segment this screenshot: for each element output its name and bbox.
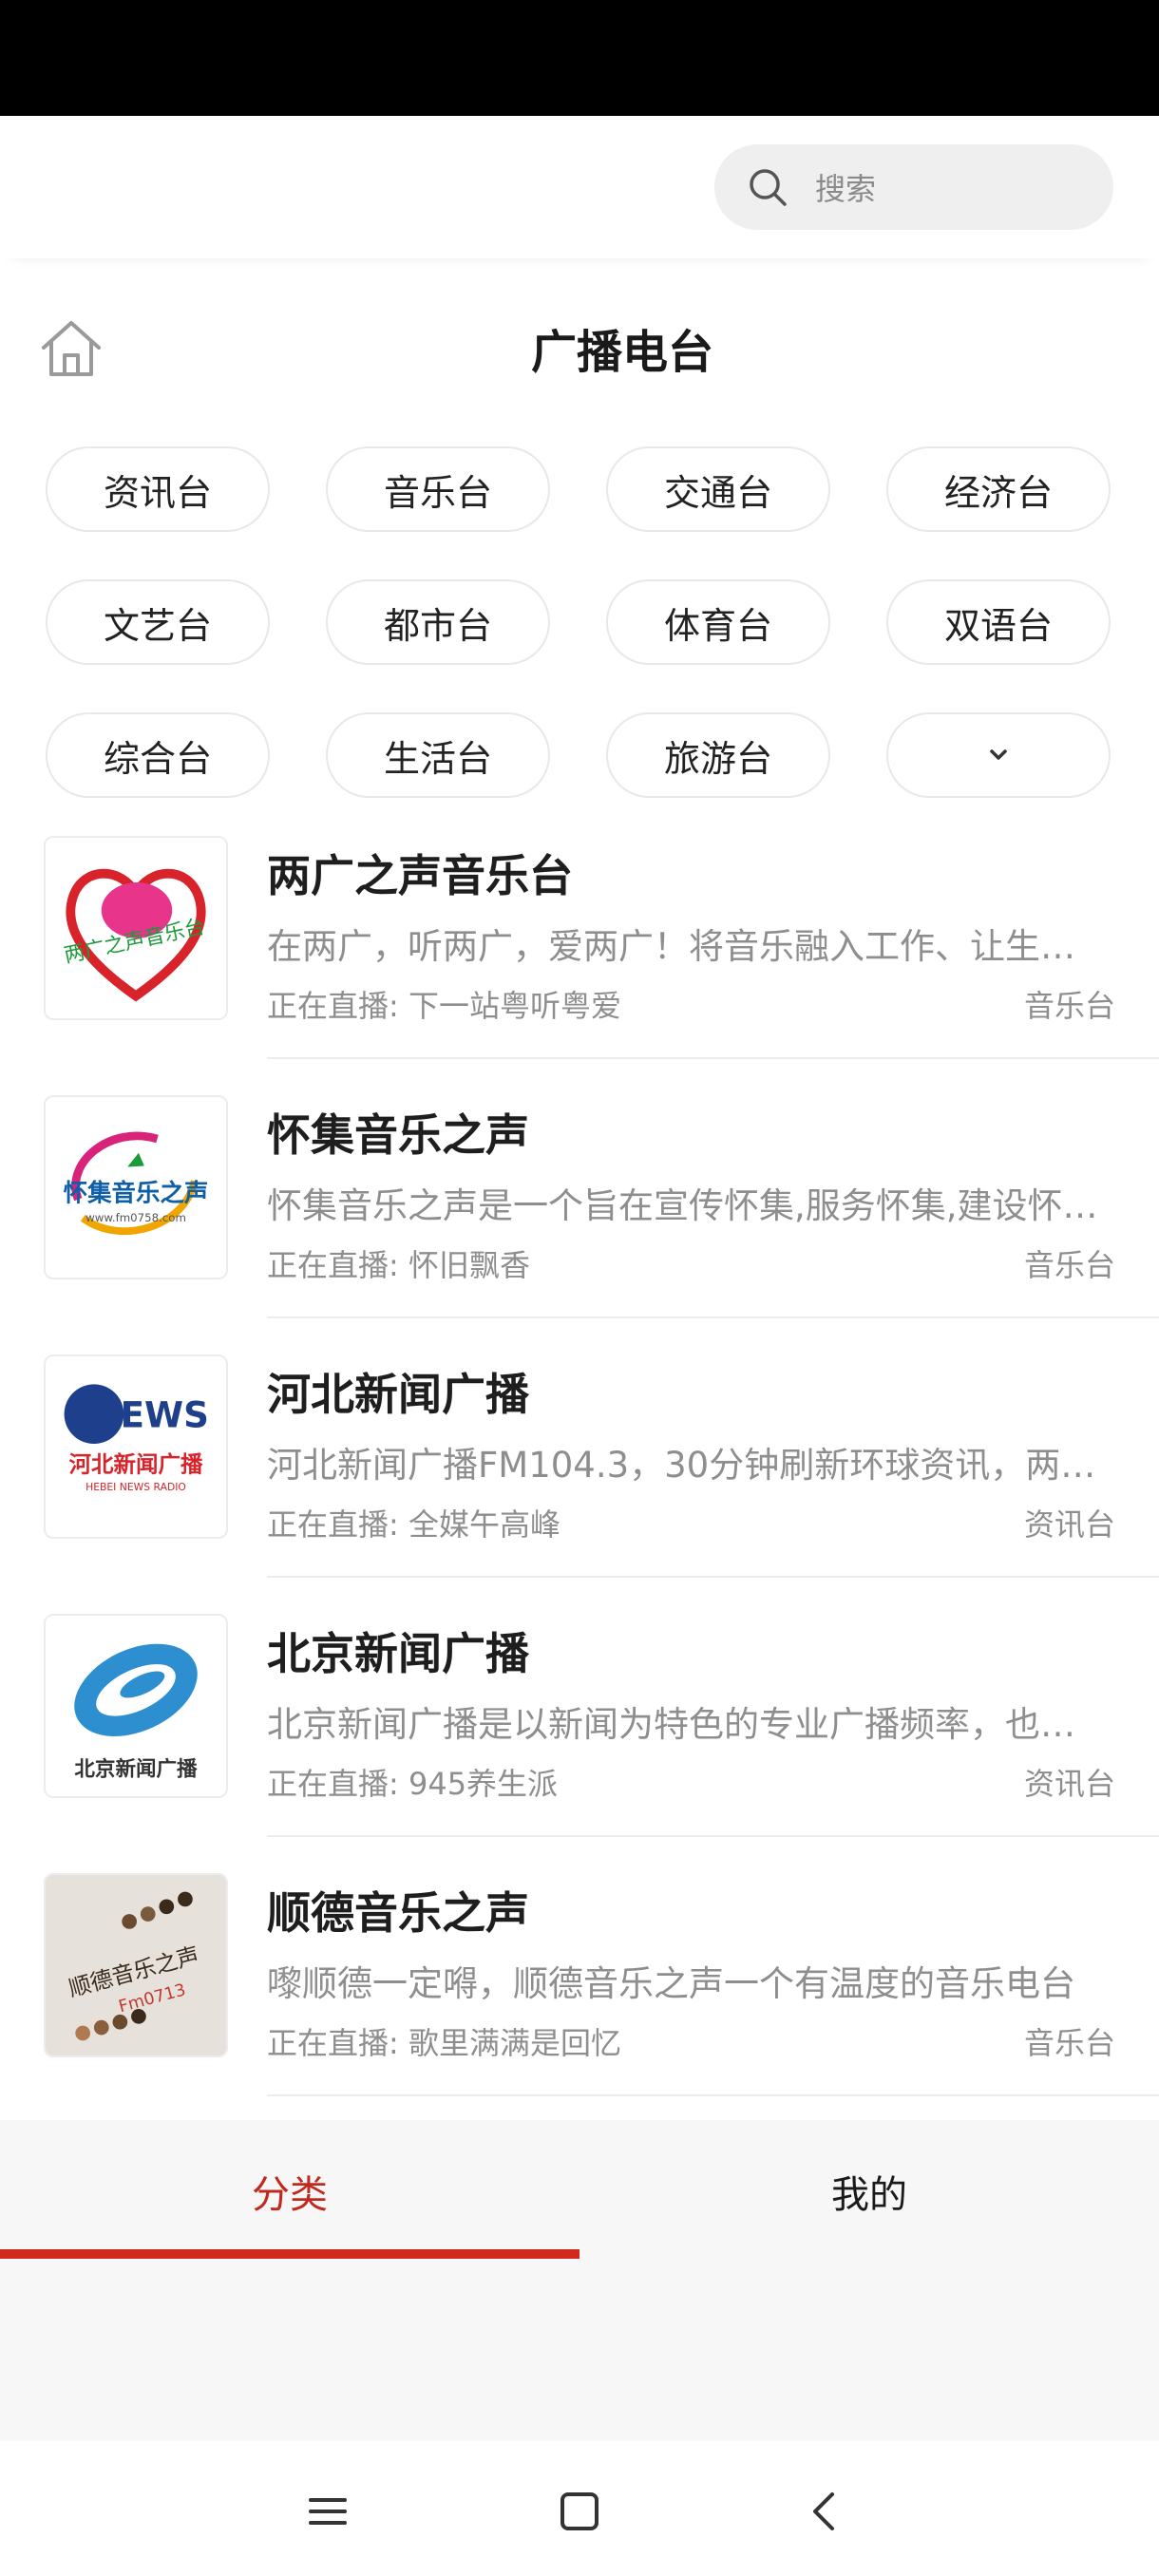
station-live-now: 正在直播: 945养生派 — [267, 1766, 559, 1802]
station-category-tag: 资讯台 — [1023, 1766, 1115, 1802]
station-category-tag: 音乐台 — [1023, 988, 1115, 1024]
system-navigation-bar — [0, 2441, 1159, 2576]
divider — [267, 2094, 1159, 2096]
divider — [267, 1835, 1159, 1837]
expand-categories-button[interactable] — [886, 712, 1111, 798]
divider — [267, 1057, 1159, 1059]
category-chip-travel[interactable]: 旅游台 — [606, 712, 830, 798]
station-category-tag: 资讯台 — [1023, 1506, 1115, 1543]
station-live-now: 正在直播: 全媒午高峰 — [267, 1506, 560, 1543]
station-row[interactable]: 两广之声音乐台 两广之声音乐台 在两广，听两广，爱两广！将音乐融入工作、让生活更… — [0, 834, 1159, 1093]
category-chip-sports[interactable]: 体育台 — [606, 579, 830, 665]
station-description: 怀集音乐之声是一个旨在宣传怀集,服务怀集,建设怀集的音乐电台 — [267, 1185, 1103, 1226]
station-name: 河北新闻广播 — [267, 1369, 529, 1420]
station-live-now: 正在直播: 下一站粤听粤爱 — [267, 988, 621, 1024]
station-live-now: 正在直播: 歌里满满是回忆 — [267, 2025, 621, 2061]
station-name: 怀集音乐之声 — [267, 1109, 529, 1161]
station-name: 两广之声音乐台 — [267, 850, 573, 901]
search-input[interactable]: 搜索 — [714, 144, 1113, 230]
category-chip-economy[interactable]: 经济台 — [886, 446, 1111, 532]
station-name: 北京新闻广播 — [267, 1628, 529, 1679]
station-row[interactable]: NEWS 河北新闻广播 HEBEI NEWS RADIO 河北新闻广播 河北新闻… — [0, 1353, 1159, 1612]
station-logo: 北京新闻广播 — [44, 1614, 228, 1798]
svg-text:怀集音乐之声: 怀集音乐之声 — [64, 1180, 209, 1208]
category-chip-life[interactable]: 生活台 — [326, 712, 550, 798]
station-description: 嚟顺德一定嘚，顺德音乐之声一个有温度的音乐电台 — [267, 1963, 1075, 2004]
svg-text:HEBEI NEWS RADIO: HEBEI NEWS RADIO — [86, 1481, 186, 1493]
station-category-tag: 音乐台 — [1023, 1247, 1115, 1283]
svg-text:北京新闻广播: 北京新闻广播 — [74, 1756, 198, 1781]
back-icon[interactable] — [796, 2483, 853, 2540]
status-bar — [0, 0, 1159, 116]
station-logo: 两广之声音乐台 — [44, 836, 228, 1020]
svg-text:河北新闻广播: 河北新闻广播 — [69, 1450, 203, 1477]
category-chip-bilingual[interactable]: 双语台 — [886, 579, 1111, 665]
category-chip-music[interactable]: 音乐台 — [326, 446, 550, 532]
category-chip-arts[interactable]: 文艺台 — [46, 579, 270, 665]
bottom-tab-bar: 分类 我的 — [0, 2120, 1159, 2441]
page-title: 广播电台 — [530, 326, 713, 379]
category-chip-traffic[interactable]: 交通台 — [606, 446, 830, 532]
category-chip-news[interactable]: 资讯台 — [46, 446, 270, 532]
search-icon — [750, 169, 787, 206]
menu-icon[interactable] — [299, 2483, 356, 2540]
station-row[interactable]: 北京新闻广播 北京新闻广播 北京新闻广播是以新闻为特色的专业广播频率，也是北京地… — [0, 1612, 1159, 1871]
divider — [267, 1316, 1159, 1318]
chevron-down-icon — [990, 749, 1007, 760]
svg-text:www.fm0758.com: www.fm0758.com — [86, 1211, 186, 1224]
tab-mine[interactable]: 我的 — [580, 2164, 1159, 2219]
station-description: 河北新闻广播FM104.3，30分钟刷新环球资讯，两小时 — [267, 1445, 1103, 1486]
station-category-tag: 音乐台 — [1023, 2025, 1115, 2061]
station-name: 顺德音乐之声 — [267, 1887, 529, 1939]
station-live-now: 正在直播: 怀旧飘香 — [267, 1247, 530, 1283]
station-row[interactable]: 顺德音乐之声 Fm0713 顺德音乐之声 嚟顺德一定嘚，顺德音乐之声一个有温度的… — [0, 1871, 1159, 2131]
station-description: 在两广，听两广，爱两广！将音乐融入工作、让生活更加美好 — [267, 926, 1103, 967]
station-description: 北京新闻广播是以新闻为特色的专业广播频率，也是北京地区 — [267, 1704, 1103, 1745]
divider — [267, 1576, 1159, 1578]
station-logo: 怀集音乐之声 www.fm0758.com — [44, 1095, 228, 1279]
top-header: 搜索 — [0, 116, 1159, 258]
square-icon[interactable] — [551, 2483, 608, 2540]
tab-category[interactable]: 分类 — [0, 2164, 580, 2219]
svg-text:NEWS: NEWS — [90, 1393, 208, 1435]
category-chip-general[interactable]: 综合台 — [46, 712, 270, 798]
active-tab-indicator — [0, 2249, 580, 2259]
search-placeholder: 搜索 — [815, 171, 877, 207]
station-row[interactable]: 怀集音乐之声 www.fm0758.com 怀集音乐之声 怀集音乐之声是一个旨在… — [0, 1093, 1159, 1353]
station-logo: NEWS 河北新闻广播 HEBEI NEWS RADIO — [44, 1354, 228, 1539]
category-chip-city[interactable]: 都市台 — [326, 579, 550, 665]
station-logo: 顺德音乐之声 Fm0713 — [44, 1873, 228, 2057]
